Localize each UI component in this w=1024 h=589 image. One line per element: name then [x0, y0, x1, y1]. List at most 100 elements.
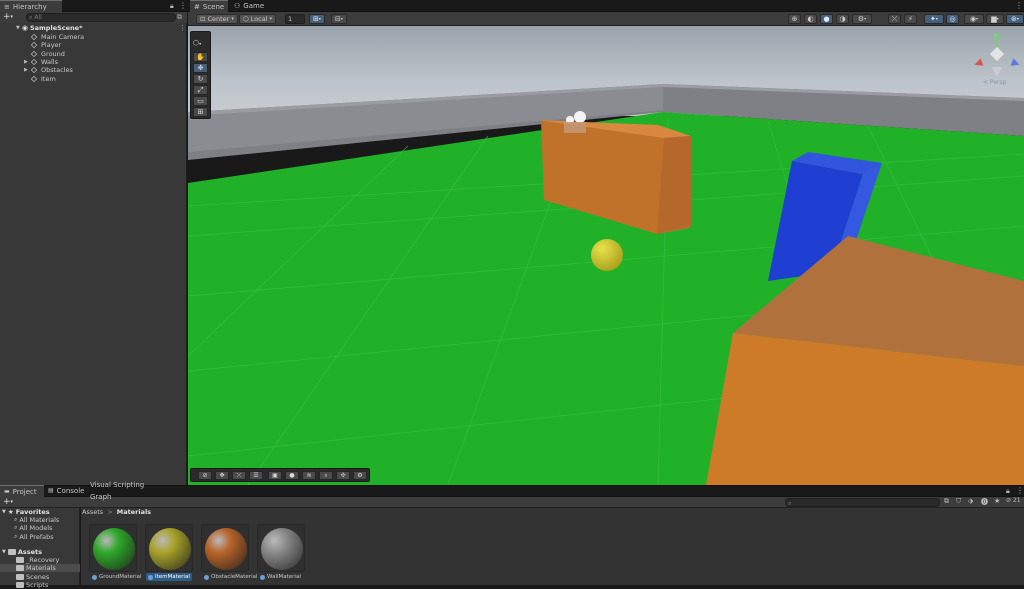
tools-overlay-dropdown[interactable]: ⬡▾ [193, 39, 201, 47]
scene-root-row[interactable]: ▼ ◉ SampleScene* [0, 24, 187, 32]
transform-tool-icon[interactable]: ⊞ [193, 107, 208, 117]
expand-arrow-icon[interactable]: ▼ [16, 24, 20, 32]
overlay-search-icon[interactable]: ⌕ [319, 471, 333, 480]
gameobject-cube-icon [30, 50, 38, 57]
effects-dropdown-icon[interactable]: ✦ ▾ [924, 14, 944, 24]
material-thumbnail[interactable] [257, 524, 305, 572]
tab-project[interactable]: ▬ Project [0, 485, 44, 497]
hierarchy-tab[interactable]: ≡ Hierarchy [0, 0, 62, 12]
star-icon: ★ [7, 508, 14, 516]
hidden-objects-icon[interactable]: ◉ ▾ [964, 14, 984, 24]
material-thumbnail[interactable] [201, 524, 249, 572]
hierarchy-item-item[interactable]: Item [0, 75, 187, 83]
overlay-dropdown-icon[interactable]: ⊘ [198, 471, 212, 480]
material-thumbnail[interactable] [145, 524, 193, 572]
pivot-rotation-dropdown[interactable]: ⬡ Local ▾ [239, 14, 277, 24]
draw-mode-shaded-wire-icon[interactable]: ◐ [804, 14, 817, 24]
orientation-gizmo[interactable]: y x z [972, 29, 1022, 79]
hand-tool-icon[interactable]: ✋ [193, 52, 208, 62]
overlay-sphere-icon[interactable]: ● [285, 471, 299, 480]
hierarchy-tab-label: Hierarchy [12, 2, 47, 11]
favorite-all-models[interactable]: ⌕ All Models [0, 524, 52, 532]
favorite-star-icon[interactable]: ★ [994, 497, 1000, 505]
scale-tool-icon[interactable]: ⤢ [193, 85, 208, 95]
hierarchy-search-input[interactable]: ⌕ All [26, 13, 176, 22]
grid-snap-input[interactable]: 1 [285, 14, 305, 24]
lighting-toggle-icon[interactable]: ⚡ [904, 14, 917, 24]
hierarchy-item-main-camera[interactable]: Main Camera [0, 33, 187, 41]
favorite-all-prefabs[interactable]: ⌕ All Prefabs [0, 533, 54, 541]
overlay-image-icon[interactable]: ▣ [268, 471, 282, 480]
project-add-button[interactable]: +▾ [3, 497, 13, 507]
overlay-axis-icon[interactable]: ✣ [336, 471, 350, 480]
tab-game[interactable]: ⚇ Game [230, 0, 264, 12]
project-lock-icon[interactable]: 🔒︎ [1006, 487, 1010, 496]
expand-arrow-icon[interactable]: ▶ [24, 58, 29, 66]
expand-arrow-icon[interactable]: ▼ [2, 508, 6, 516]
tab-scene[interactable]: # Scene [190, 0, 228, 12]
hierarchy-search-filter-icon[interactable]: ⧉ [177, 13, 182, 22]
global-gizmo-icon[interactable]: ⊕ [788, 14, 801, 24]
project-search-input[interactable]: ⌕ [785, 498, 940, 507]
hierarchy-add-button[interactable]: +▾ [3, 13, 13, 22]
material-label[interactable]: ItemMaterial [146, 573, 192, 581]
project-menu-icon[interactable]: ⋮ [1016, 486, 1024, 495]
search-by-label-icon[interactable]: ⛉ [956, 497, 961, 506]
breadcrumb-current[interactable]: Materials [117, 508, 151, 516]
folder-scenes[interactable]: Scenes [0, 573, 80, 581]
hierarchy-item-obstacles[interactable]: ▶ Obstacles [0, 66, 187, 74]
hierarchy-menu-icon[interactable]: ⋮ [179, 1, 187, 10]
material-thumbnail[interactable] [89, 524, 137, 572]
hierarchy-panel: +▾ ⌕ All ⧉ ▼ ◉ SampleScene* ⋮ Main Camer… [0, 12, 187, 485]
overlay-terrain-icon[interactable]: ≋ [302, 471, 316, 480]
search-by-tag-icon[interactable]: ⬗ [968, 497, 973, 505]
search-by-type-icon[interactable]: ⧉ [944, 497, 949, 506]
pivot-mode-dropdown[interactable]: ⊡ Center ▾ [196, 14, 238, 24]
overlay-list-icon[interactable]: ☰ [249, 471, 263, 480]
folder-materials[interactable]: Materials [0, 564, 80, 573]
hierarchy-item-label: Walls [41, 57, 58, 66]
favorite-all-materials[interactable]: ⌕ All Materials [0, 516, 59, 524]
hierarchy-item-walls[interactable]: ▶ Walls [0, 58, 187, 66]
tab-console[interactable]: ▤ Console [44, 485, 84, 497]
hierarchy-item-player[interactable]: Player [0, 41, 187, 49]
gizmos-dropdown-icon[interactable]: ⊛ ▾ [1006, 14, 1024, 24]
material-icon [260, 574, 265, 580]
search-icon: ⌕ [14, 524, 18, 532]
snap-settings-button[interactable]: ⊟ ▾ [331, 14, 347, 24]
rect-tool-icon[interactable]: ▭ [193, 96, 208, 106]
tools-overlay: ⬡▾ ✋ ✥ ↻ ⤢ ▭ ⊞ [190, 31, 211, 119]
overlay-settings-icon[interactable]: ⚙ [353, 471, 367, 480]
material-label[interactable]: ObstacleMaterial [202, 573, 260, 581]
shading-dropdown-icon[interactable]: ⚙ ▾ [852, 14, 872, 24]
importer-warning-icon[interactable]: ⓿ [981, 497, 988, 507]
draw-mode-unlit-icon[interactable]: ◑ [836, 14, 849, 24]
move-tool-icon[interactable]: ✥ [193, 63, 208, 73]
scene-visibility-icon[interactable]: ◎ [946, 14, 959, 24]
draw-mode-shaded-icon[interactable]: ● [820, 14, 833, 24]
hidden-packages-count[interactable]: ⊘ 21 [1006, 497, 1021, 504]
tab-visual-scripting-graph[interactable]: Visual Scripting Graph [86, 481, 168, 501]
camera-settings-icon[interactable]: ▆ ▾ [986, 14, 1004, 24]
overlay-move-icon[interactable]: ✥ [215, 471, 229, 480]
folder-icon [16, 557, 24, 563]
favorites-header[interactable]: ▼ ★ Favorites [0, 508, 50, 516]
breadcrumb-root[interactable]: Assets [82, 508, 103, 516]
scene-menu-icon[interactable]: ⋮ [179, 24, 186, 32]
material-label[interactable]: GroundMaterial [90, 573, 144, 581]
material-label[interactable]: WallMaterial [258, 573, 303, 581]
expand-arrow-icon[interactable]: ▶ [24, 66, 29, 74]
hierarchy-lock-icon[interactable]: 🔒︎ [170, 2, 174, 11]
projection-label[interactable]: < Persp [983, 79, 1006, 86]
folder-recovery[interactable]: _Recovery [0, 556, 80, 564]
scene-render [188, 26, 1024, 485]
expand-arrow-icon[interactable]: ▼ [2, 548, 6, 556]
rotate-tool-icon[interactable]: ↻ [193, 74, 208, 84]
scene-window-menu-icon[interactable]: ⋮ [1015, 1, 1023, 10]
grid-visibility-button[interactable]: ⊞ ▾ [309, 14, 325, 24]
2d-toggle-icon[interactable]: ⤫ [888, 14, 901, 24]
overlay-navmesh-icon[interactable]: ⤫ [232, 471, 246, 480]
hierarchy-item-ground[interactable]: Ground [0, 50, 187, 58]
assets-header[interactable]: ▼ Assets [0, 548, 42, 556]
scene-viewport[interactable]: ⬡▾ ✋ ✥ ↻ ⤢ ▭ ⊞ y x z < Persp ⊘ ✥ ⤫ ☰ ▣ ●… [188, 26, 1024, 485]
